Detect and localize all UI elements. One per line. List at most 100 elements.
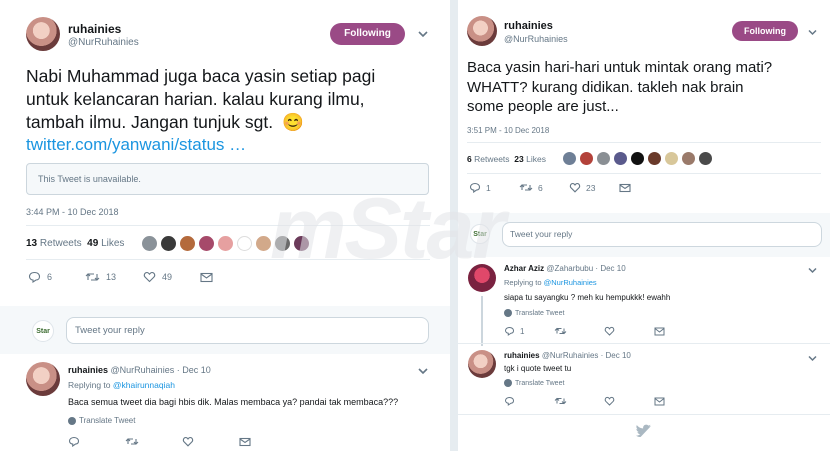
retweets-label[interactable]: Retweets [40,238,82,249]
reply-input[interactable]: Tweet your reply [66,317,429,344]
avatar[interactable] [468,264,496,292]
retweet-action[interactable]: 6 [519,182,569,193]
retweet-action[interactable] [554,326,604,336]
liker-avatar[interactable] [180,236,195,251]
replying-to-link[interactable]: @khairunnaqiah [113,380,175,390]
chevron-down-icon[interactable] [417,26,429,44]
like-icon [604,326,615,336]
chevron-down-icon[interactable] [807,350,818,368]
reply-icon [28,271,41,283]
message-action[interactable] [200,272,213,283]
unavailable-text: This Tweet is unavailable. [38,174,141,184]
liker-avatar[interactable] [161,236,176,251]
liker-avatar[interactable] [256,236,271,251]
liker-avatar[interactable] [199,236,214,251]
quoted-tweet-link[interactable]: twitter.com/yanwani/status … [26,135,246,155]
like-action[interactable] [182,436,239,447]
liker-avatar[interactable] [682,152,695,165]
retweet-action[interactable]: 13 [85,271,143,283]
reply-action[interactable]: 6 [28,271,85,283]
twitter-bird-icon [635,424,652,442]
author-handle[interactable]: @NurRuhainies [504,34,568,44]
liker-avatar[interactable] [665,152,678,165]
replying-to-link[interactable]: @NurRuhainies [544,278,597,287]
message-action[interactable] [654,327,665,336]
liker-avatar[interactable] [218,236,233,251]
reply-action[interactable]: 1 [469,182,519,193]
reply-author-name[interactable]: Azhar Aziz [504,264,544,273]
reply-handle-date[interactable]: @NurRuhainies · Dec 10 [542,351,631,360]
author-handle[interactable]: @NurRuhainies [68,37,139,48]
liker-avatar[interactable] [597,152,610,165]
like-action[interactable]: 49 [143,271,200,283]
liker-avatar[interactable] [648,152,661,165]
translate-tweet[interactable]: Translate Tweet [68,416,135,425]
retweets-count[interactable]: 13 [26,238,37,249]
likes-label[interactable]: Likes [526,154,546,164]
author-name[interactable]: ruhainies [68,22,121,36]
like-icon [143,271,156,283]
reply-header: ruhainies @NurRuhainies · Dec 10 [504,351,631,360]
liker-avatar[interactable] [614,152,627,165]
message-action[interactable] [619,183,631,193]
liker-avatar[interactable] [275,236,290,251]
reply-author-name[interactable]: ruhainies [68,365,108,375]
chevron-down-icon[interactable] [417,363,429,381]
chevron-down-icon[interactable] [807,24,818,42]
reply-count: 6 [47,272,53,282]
like-action[interactable] [604,326,654,336]
message-action[interactable] [654,397,665,406]
author-name[interactable]: ruhainies [504,20,553,32]
retweet-icon [554,397,567,405]
reply-action[interactable] [504,396,554,406]
avatar[interactable] [468,350,496,378]
reply-author-name[interactable]: ruhainies [504,351,540,360]
liker-avatar[interactable] [563,152,576,165]
like-count: 49 [162,272,173,282]
reply-input[interactable]: Tweet your reply [502,222,822,247]
liker-avatar[interactable] [699,152,712,165]
reply-count: 1 [520,326,525,336]
reply-action[interactable] [68,436,125,447]
retweet-action[interactable] [125,436,182,447]
tweet-text: Baca yasin hari-hari untuk mintak orang … [467,58,827,117]
liker-avatar[interactable] [237,236,252,251]
retweets-count[interactable]: 6 [467,154,472,164]
likes-count[interactable]: 49 [87,238,98,249]
liker-avatar[interactable] [294,236,309,251]
divider [26,225,430,226]
likes-count[interactable]: 23 [514,154,523,164]
tweet-timestamp[interactable]: 3:44 PM - 10 Dec 2018 [26,207,119,217]
like-icon [569,182,581,193]
translate-label: Translate Tweet [515,309,565,317]
liker-avatar[interactable] [631,152,644,165]
translate-tweet[interactable]: Translate Tweet [504,309,564,317]
retweets-label[interactable]: Retweets [474,154,509,164]
reply-handle-date[interactable]: @NurRuhainies · Dec 10 [111,365,211,375]
like-action[interactable] [604,396,654,406]
like-action[interactable]: 23 [569,182,619,193]
translate-label: Translate Tweet [79,416,136,425]
message-action[interactable] [239,437,251,447]
chevron-down-icon[interactable] [807,262,818,280]
message-icon [200,272,213,282]
tweet-timestamp[interactable]: 3:51 PM - 10 Dec 2018 [467,126,549,135]
liker-avatars [142,236,313,251]
reply-handle-date[interactable]: @Zaharbubu · Dec 10 [546,264,625,273]
globe-icon [504,379,512,387]
following-button[interactable]: Following [330,23,405,45]
tweet-text-line: tambah ilmu. Jangan tunjuk sgt. 😊 [26,111,446,134]
retweet-action[interactable] [554,396,604,406]
reply-icon [68,436,80,447]
reply-icon [504,396,515,406]
translate-tweet[interactable]: Translate Tweet [504,379,564,387]
liker-avatar[interactable] [580,152,593,165]
likes-label[interactable]: Likes [101,238,124,249]
reply-action[interactable]: 1 [504,326,554,336]
avatar[interactable] [467,16,497,46]
avatar[interactable] [26,17,60,51]
retweet-icon [85,273,100,281]
liker-avatar[interactable] [142,236,157,251]
following-button[interactable]: Following [732,21,798,41]
avatar[interactable] [26,362,60,396]
